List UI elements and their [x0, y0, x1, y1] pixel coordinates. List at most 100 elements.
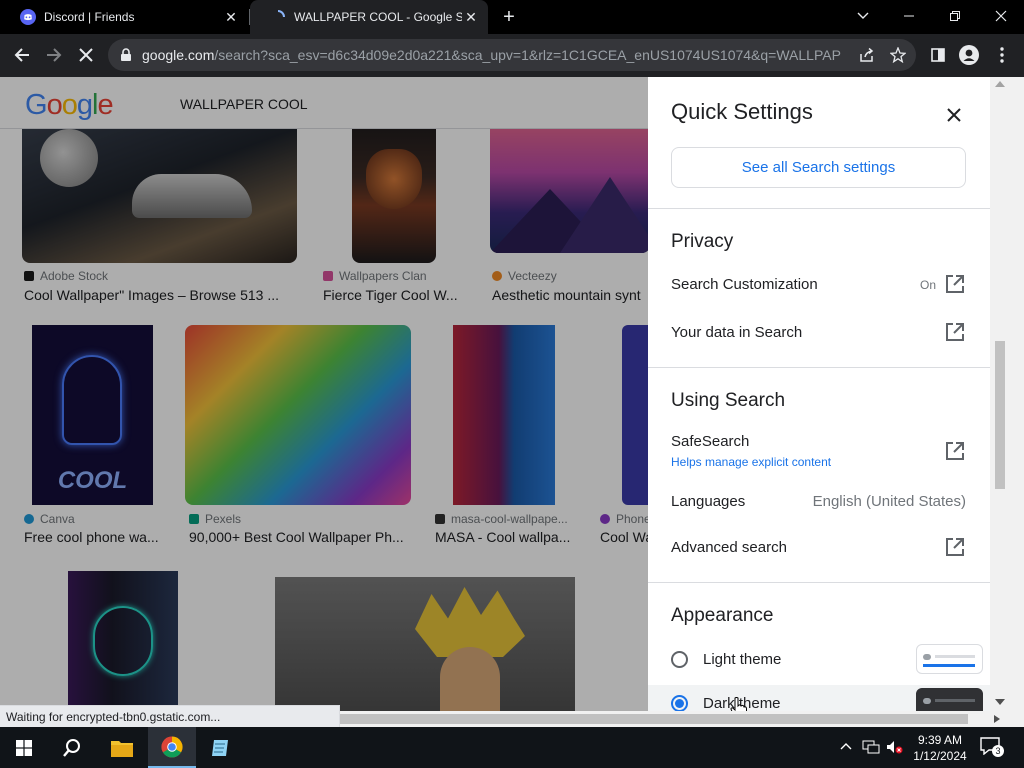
clock[interactable]: 9:39 AM 1/12/2024	[908, 732, 972, 764]
tab-google-search[interactable]: WALLPAPER COOL - Google Search ✕	[250, 0, 488, 34]
clock-date: 1/12/2024	[913, 749, 967, 763]
safesearch-row[interactable]: SafeSearch	[671, 430, 966, 460]
share-icon[interactable]	[859, 47, 875, 63]
section-heading-privacy: Privacy	[671, 231, 734, 252]
url-host: google.com	[142, 47, 215, 63]
minimize-icon	[904, 15, 914, 17]
row-label: Advanced search	[671, 539, 787, 556]
chevron-up-icon[interactable]	[840, 742, 852, 750]
vertical-scrollbar[interactable]	[990, 77, 1024, 727]
row-label: Your data in Search	[671, 324, 803, 341]
notification-count-badge: 3	[992, 745, 1004, 757]
page-overlay[interactable]	[0, 77, 648, 727]
header-overlay	[0, 77, 648, 129]
status-text: On	[919, 278, 936, 292]
advanced-search-row[interactable]: Advanced search	[671, 536, 966, 560]
languages-row[interactable]: Languages English (United States)	[671, 490, 966, 514]
dark-theme-radio[interactable]	[671, 695, 688, 712]
open-external-icon	[946, 538, 964, 556]
url-path: /search?sca_esv=d6c34d09e2d0a221&sca_upv…	[214, 47, 842, 63]
taskbar: 9:39 AM 1/12/2024 3	[0, 727, 1024, 768]
chevron-down-icon	[857, 12, 869, 19]
new-tab-button[interactable]: +	[499, 7, 519, 27]
restore-icon	[950, 11, 960, 21]
app-taskbar-button[interactable]	[196, 727, 244, 768]
tab-strip: Discord | Friends ✕ WALLPAPER COOL - Goo…	[0, 0, 1024, 34]
arrow-left-icon	[14, 48, 29, 62]
status-bar: Waiting for encrypted-tbn0.gstatic.com..…	[0, 705, 340, 727]
menu-button[interactable]	[989, 42, 1015, 68]
scrollbar-thumb[interactable]	[340, 714, 968, 724]
open-external-icon	[946, 442, 964, 460]
bookmark-star-icon[interactable]	[890, 47, 906, 63]
scroll-right-icon[interactable]	[994, 715, 1000, 723]
divider	[648, 367, 990, 368]
back-button[interactable]	[9, 42, 35, 68]
forward-button[interactable]	[41, 42, 67, 68]
notification-center-button[interactable]: 3	[980, 737, 1004, 757]
quick-settings-panel: Quick Settings See all Search settings P…	[648, 77, 990, 727]
search-button[interactable]	[48, 727, 96, 768]
section-heading-using-search: Using Search	[671, 390, 786, 411]
chrome-icon	[161, 736, 183, 758]
row-label: SafeSearch	[671, 433, 750, 450]
close-tab-icon[interactable]: ✕	[222, 8, 240, 26]
divider	[648, 208, 990, 209]
open-external-icon	[946, 323, 964, 341]
network-icon[interactable]	[862, 740, 880, 754]
divider	[648, 582, 990, 583]
windows-logo-icon	[16, 739, 32, 756]
row-label: Languages	[671, 493, 746, 510]
screen: Discord | Friends ✕ WALLPAPER COOL - Goo…	[0, 0, 1024, 768]
volume-muted-icon[interactable]	[886, 740, 904, 754]
tab-discord[interactable]: Discord | Friends ✕	[0, 0, 248, 34]
web-page: Adobe Stock Cool Wallpaper" Images – Bro…	[0, 77, 1024, 727]
profile-button[interactable]	[956, 42, 982, 68]
scrollbar-thumb[interactable]	[995, 341, 1005, 489]
scroll-down-icon[interactable]	[995, 699, 1005, 705]
search-customization-row[interactable]: Search Customization On	[671, 273, 966, 297]
arrow-right-icon	[47, 48, 62, 62]
url-text: google.com/search?sca_esv=d6c34d09e2d0a2…	[142, 47, 842, 63]
lock-icon	[121, 48, 131, 61]
avatar-icon	[959, 45, 979, 65]
file-explorer-button[interactable]	[98, 727, 146, 768]
side-panel-button[interactable]	[925, 42, 951, 68]
notepad-icon	[212, 739, 228, 756]
row-label: Search Customization	[671, 276, 818, 293]
open-external-icon	[946, 275, 964, 293]
loading-spinner-icon	[277, 10, 285, 18]
address-bar[interactable]: google.com/search?sca_esv=d6c34d09e2d0a2…	[108, 39, 916, 71]
browser-toolbar: google.com/search?sca_esv=d6c34d09e2d0a2…	[0, 34, 1024, 77]
tab-title: WALLPAPER COOL - Google Search	[294, 10, 462, 24]
close-panel-button[interactable]	[942, 103, 966, 127]
close-tab-icon[interactable]: ✕	[462, 8, 480, 26]
languages-value: English (United States)	[812, 493, 966, 510]
discord-icon	[20, 9, 36, 25]
light-theme-radio[interactable]	[671, 651, 688, 668]
your-data-row[interactable]: Your data in Search	[671, 321, 966, 345]
scroll-up-icon[interactable]	[995, 81, 1005, 87]
search-icon	[63, 738, 80, 757]
section-heading-appearance: Appearance	[671, 605, 774, 626]
clock-time: 9:39 AM	[917, 733, 963, 747]
panel-title: Quick Settings	[671, 99, 813, 124]
safesearch-help-link[interactable]: Helps manage explicit content	[671, 455, 831, 469]
close-icon	[995, 10, 1007, 22]
restore-button[interactable]	[932, 0, 978, 32]
close-icon	[79, 48, 93, 62]
side-panel-icon	[931, 48, 945, 62]
light-theme-label[interactable]: Light theme	[703, 651, 781, 668]
close-window-button[interactable]	[978, 0, 1024, 32]
tab-title: Discord | Friends	[44, 10, 135, 24]
more-vertical-icon	[1000, 47, 1004, 63]
start-button[interactable]	[0, 727, 48, 768]
minimize-button[interactable]	[886, 0, 932, 32]
close-icon	[947, 108, 961, 122]
tab-search-button[interactable]	[840, 0, 886, 32]
see-all-settings-button[interactable]: See all Search settings	[671, 147, 966, 188]
folder-icon	[111, 740, 133, 757]
light-theme-preview[interactable]	[916, 644, 983, 674]
chrome-taskbar-button[interactable]	[148, 727, 196, 768]
stop-loading-button[interactable]	[73, 42, 99, 68]
